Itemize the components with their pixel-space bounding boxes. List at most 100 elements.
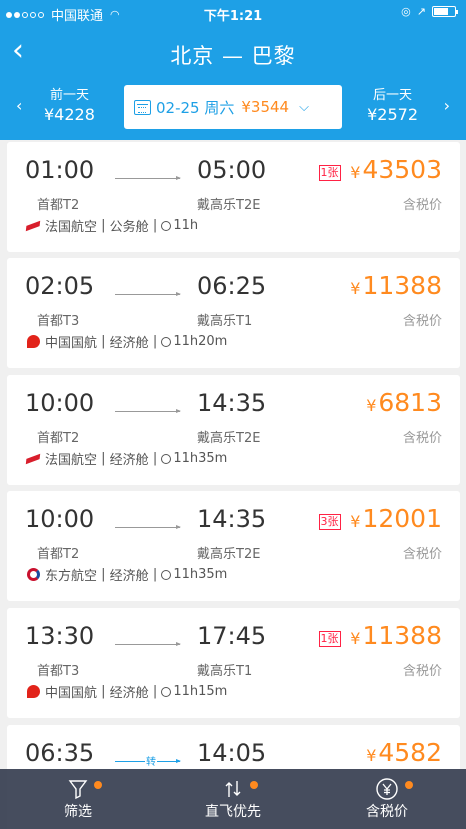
next-day-arrow-icon[interactable]: › [444,96,450,115]
price-value: 43503 [362,155,442,184]
status-time: 下午1:21 [203,9,263,24]
tickets-left-badge: 1张 [318,631,341,647]
tax-included-label: 含税价 [402,198,442,213]
flight-card[interactable]: 01:00 05:00 首都T2 戴高乐T2E 1张 ¥43503 含税价法国航空 | 公务… [7,142,460,252]
yen-symbol: ¥ [366,396,377,415]
transfer-badge: 转 [145,753,157,768]
route-arrow-icon [115,292,181,296]
date-picker-button[interactable]: 02-25 周六 ¥3544 ⌵ [124,85,342,129]
selected-date-price: ¥3544 [241,98,290,116]
flight-meta: 中国国航 | 经济舱 | 11h20m [27,332,227,351]
next-day-label: 后一天 [373,88,413,103]
status-bar: 中国联通 ◠ 下午1:21 ◎ ↗ [0,0,466,26]
filter-label: 筛选 [64,804,92,820]
direct-first-label: 直飞优先 [205,804,261,820]
clock-icon [161,453,172,464]
filter-tab[interactable]: 筛选 [18,769,138,829]
date-selector-bar: ‹ 前一天 ¥4228 02-25 周六 ¥3544 ⌵ 后一天 ¥2572 › [0,84,466,132]
flight-duration: 11h [173,218,199,233]
tickets-left-badge: 1张 [318,165,341,181]
departure-terminal: 首都T3 [37,664,80,679]
tickets-left-badge: 3张 [318,514,341,530]
next-day-price: ¥2572 [367,105,418,124]
arrival-terminal: 戴高乐T2E [197,198,261,213]
tax-included-label: 含税价 [402,431,442,446]
prev-day-arrow-icon[interactable]: ‹ [16,96,22,115]
tax-indicator-dot [405,781,413,789]
flight-meta: 中国国航 | 经济舱 | 11h15m [27,682,227,701]
air-china-logo-icon [27,335,40,348]
separator: | [97,684,110,699]
yen-symbol: ¥ [350,512,361,531]
air-france-logo-icon [25,220,41,231]
departure-time: 10:00 [25,389,95,417]
tax-price-label: 含税价 [366,804,408,820]
price: ¥6813 [366,388,442,417]
route-arrow-icon [115,642,181,646]
price-value: 11388 [362,621,442,650]
departure-time: 02:05 [25,272,95,300]
lock-rotation-icon: ◎ [401,5,411,18]
arrival-terminal: 戴高乐T2E [197,431,261,446]
clock-icon [161,220,172,231]
separator: | [148,567,162,582]
flight-duration: 11h35m [173,567,228,582]
direct-first-tab[interactable]: 直飞优先 [173,769,293,829]
tax-price-tab[interactable]: 含税价 [327,769,447,829]
china-eastern-logo-icon [27,568,40,581]
chevron-down-icon: ⌵ [299,99,309,115]
separator: | [148,218,162,233]
next-day-button[interactable]: 后一天 ¥2572 [367,86,418,124]
yen-symbol: ¥ [350,279,361,298]
departure-time: 01:00 [25,156,95,184]
filter-funnel-icon [68,780,88,800]
price-value: 4582 [378,738,442,767]
flight-meta: 东方航空 | 经济舱 | 11h35m [27,565,227,584]
cabin-class: 经济舱 [109,569,149,584]
prev-day-label: 前一天 [49,88,89,103]
departure-time: 10:00 [25,505,95,533]
bottom-toolbar: 筛选 直飞优先 含税价 [0,769,466,829]
price: ¥4582 [366,738,442,767]
arrival-terminal: 戴高乐T2E [197,547,261,562]
airline-name: 中国国航 [45,686,98,701]
flight-card[interactable]: 13:30 17:45 首都T3 戴高乐T1 1张 ¥11388 含税价 中国国航 | 经济舱… [7,608,460,718]
price: ¥43503 [350,155,442,184]
departure-terminal: 首都T2 [37,431,80,446]
selected-date: 02-25 周六 [156,98,235,117]
departure-terminal: 首都T3 [37,314,80,329]
flight-duration: 11h35m [173,451,228,466]
flight-duration: 11h15m [173,684,228,699]
departure-terminal: 首都T2 [37,547,80,562]
prev-day-price: ¥4228 [44,105,95,124]
price: ¥11388 [350,621,442,650]
arrival-time: 14:35 [197,505,267,533]
cabin-class: 经济舱 [109,453,149,468]
departure-terminal: 首都T2 [37,198,80,213]
separator: | [148,451,162,466]
flight-meta: 法国航空 | 经济舱 | 11h35m [25,449,228,468]
tax-included-label: 含税价 [402,547,442,562]
cabin-class: 经济舱 [109,336,149,351]
flight-card[interactable]: 02:05 06:25 首都T3 戴高乐T1 ¥11388 含税价 中国国航 | 经济舱 |… [7,258,460,368]
airline-name: 法国航空 [45,220,98,235]
flight-card[interactable]: 10:00 14:35 首都T2 戴高乐T2E ¥6813 含税价 法国航空 | 经济舱 |… [7,375,460,485]
yen-circle-icon [376,778,398,800]
separator: | [97,567,110,582]
flight-card[interactable]: 10:00 14:35 首都T2 戴高乐T2E 3张 ¥12001 含税价东方航空 | 经济… [7,491,460,601]
arrival-terminal: 戴高乐T1 [197,664,253,679]
clock-icon [161,569,172,580]
flight-duration: 11h20m [173,334,228,349]
arrival-time: 14:05 [197,739,267,767]
filter-indicator-dot [94,781,102,789]
price-value: 11388 [362,271,442,300]
flight-meta: 法国航空 | 公务舱 | 11h [25,216,199,235]
clock-icon [161,336,172,347]
separator: | [97,218,110,233]
yen-symbol: ¥ [350,629,361,648]
route-arrow-icon [115,176,181,180]
prev-day-button[interactable]: 前一天 ¥4228 [44,86,95,124]
arrival-time: 05:00 [197,156,267,184]
yen-symbol: ¥ [350,163,361,182]
price-value: 12001 [362,504,442,533]
